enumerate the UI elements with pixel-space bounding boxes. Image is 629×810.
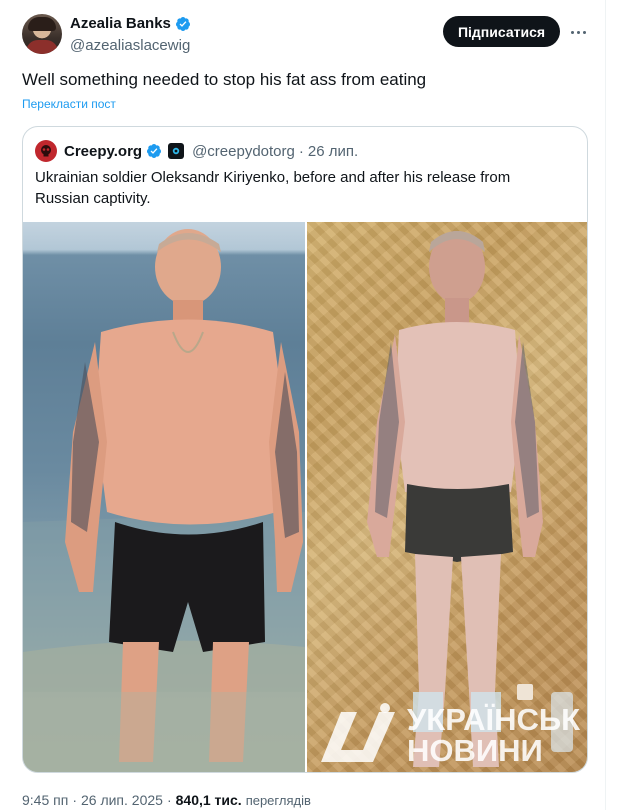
header-separator: · <box>298 142 304 160</box>
tweet-time[interactable]: 9:45 пп <box>22 792 68 808</box>
avatar-hair <box>28 17 56 31</box>
views-count: 840,1 тис. <box>175 792 242 808</box>
quoted-tweet-header: Creepy.org @creepydotorg · 26 лип. <box>35 140 358 162</box>
more-options-icon[interactable] <box>566 20 590 44</box>
tweet-text: Well something needed to stop his fat as… <box>22 70 427 89</box>
avatar-body <box>26 40 58 54</box>
author-display-name[interactable]: Azealia Banks <box>70 15 171 32</box>
verified-badge-icon[interactable] <box>146 143 162 159</box>
watermark-logo-icon <box>315 702 401 768</box>
quoted-tweet-media[interactable]: УКРАЇНСЬК НОВИНИ <box>23 222 587 772</box>
quoted-tweet-date[interactable]: 26 лип. <box>308 143 358 160</box>
photo-before[interactable] <box>23 222 305 772</box>
tweet-meta: 9:45 пп · 26 лип. 2025 · 840,1 тис. пере… <box>22 792 311 808</box>
views-label: переглядів <box>245 793 311 808</box>
meta-separator: · <box>72 792 77 808</box>
follow-button[interactable]: Підписатися <box>443 16 560 47</box>
news-watermark: УКРАЇНСЬК НОВИНИ <box>315 700 580 770</box>
quoted-author-name[interactable]: Creepy.org <box>64 143 142 160</box>
watermark-line-1: УКРАЇНСЬК <box>407 702 581 737</box>
quoted-author-handle[interactable]: @creepydotorg <box>192 143 295 160</box>
meta-separator: · <box>166 792 172 808</box>
quoted-tweet[interactable]: Creepy.org @creepydotorg · 26 лип. Ukrai… <box>22 126 588 773</box>
author-avatar[interactable] <box>22 14 62 54</box>
tweet-date[interactable]: 26 лип. 2025 <box>81 792 163 808</box>
affiliate-org-icon[interactable] <box>168 143 185 159</box>
tweet: Azealia Banks @azealiaslacewig Підписати… <box>0 0 606 810</box>
photo-after[interactable] <box>307 222 587 772</box>
quoted-author-avatar[interactable] <box>35 140 57 162</box>
author-handle[interactable]: @azealiaslacewig <box>70 37 190 54</box>
watermark-text: УКРАЇНСЬК НОВИНИ <box>407 704 580 766</box>
watermark-line-2: НОВИНИ <box>407 733 543 768</box>
verified-badge-icon[interactable] <box>175 16 191 32</box>
translate-post-link[interactable]: Перекласти пост <box>22 97 116 111</box>
author-name-row: Azealia Banks <box>70 15 191 32</box>
quoted-tweet-text: Ukrainian soldier Oleksandr Kiriyenko, b… <box>35 169 511 207</box>
